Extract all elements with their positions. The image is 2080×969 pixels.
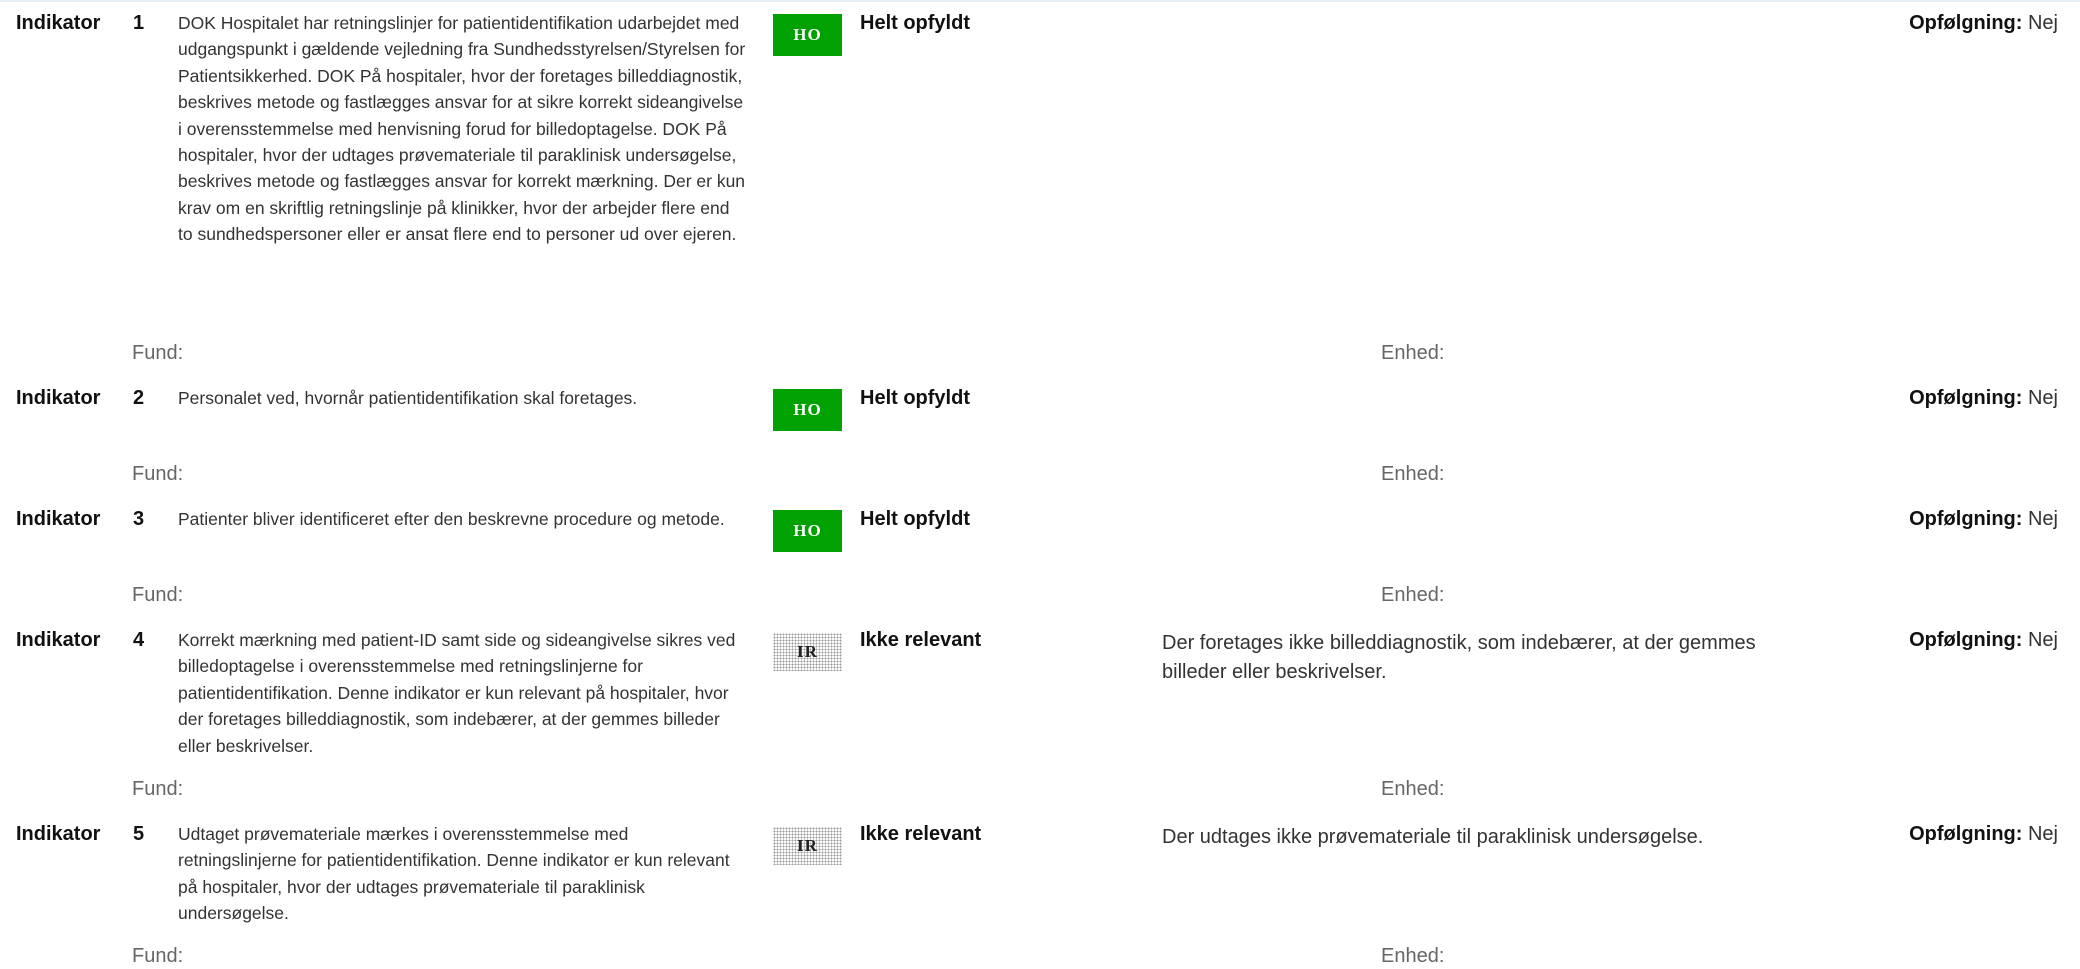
followup-value: Nej <box>2027 629 2058 651</box>
status-label: Helt opfyldt <box>860 387 970 409</box>
fund-label: Fund: <box>132 945 184 967</box>
indicator-text: Patienter bliver identificeret efter den… <box>178 509 725 529</box>
indicator-text: DOK Hospitalet har retningslinjer for pa… <box>178 13 746 245</box>
followup-value: Nej <box>2027 387 2058 409</box>
helt-opfyldt-badge: HO <box>773 14 842 56</box>
indicator-number: 5 <box>133 823 145 845</box>
followup-value: Nej <box>2027 823 2058 845</box>
enhed-label: Enhed: <box>1381 945 1445 967</box>
helt-opfyldt-badge: HO <box>773 389 842 431</box>
followup-label: Opfølgning: <box>1909 508 2023 530</box>
indicator-text: Udtaget prøvemateriale mærkes i overenss… <box>178 824 730 924</box>
indicator-text: Personalet ved, hvornår patientidentifik… <box>178 388 638 408</box>
followup-label: Opfølgning: <box>1909 12 2023 34</box>
followup-value: Nej <box>2027 508 2058 530</box>
fund-label: Fund: <box>132 342 184 364</box>
ikke-relevant-badge: IR <box>773 827 842 865</box>
status-label: Ikke relevant <box>860 629 982 651</box>
followup: Opfølgning: Nej <box>1909 385 2058 411</box>
indicator-label: Indikator <box>16 508 101 530</box>
followup: Opfølgning: Nej <box>1909 821 2058 847</box>
enhed-label: Enhed: <box>1381 342 1445 364</box>
indicator-text: Korrekt mærkning med patient-ID samt sid… <box>178 630 736 756</box>
enhed-label: Enhed: <box>1381 778 1445 800</box>
followup-label: Opfølgning: <box>1909 629 2023 651</box>
followup-value: Nej <box>2027 12 2058 34</box>
ikke-relevant-badge: IR <box>773 633 842 671</box>
indicator-number: 2 <box>133 387 145 409</box>
indicator-label: Indikator <box>16 12 101 34</box>
status-label: Helt opfyldt <box>860 12 970 34</box>
comment-text: Der udtages ikke prøvemateriale til para… <box>1162 826 1704 848</box>
followup: Opfølgning: Nej <box>1909 506 2058 532</box>
status-label: Helt opfyldt <box>860 508 970 530</box>
followup: Opfølgning: Nej <box>1909 627 2058 653</box>
fund-label: Fund: <box>132 778 184 800</box>
enhed-label: Enhed: <box>1381 584 1445 606</box>
indicator-label: Indikator <box>16 629 101 651</box>
indicator-number: 3 <box>133 508 145 530</box>
status-label: Ikke relevant <box>860 823 982 845</box>
comment-text: Der foretages ikke billeddiagnostik, som… <box>1162 632 1756 683</box>
enhed-label: Enhed: <box>1381 463 1445 485</box>
indicator-number: 4 <box>133 629 145 651</box>
followup-label: Opfølgning: <box>1909 823 2023 845</box>
fund-label: Fund: <box>132 463 184 485</box>
helt-opfyldt-badge: HO <box>773 510 842 552</box>
indicator-label: Indikator <box>16 387 101 409</box>
indicator-label: Indikator <box>16 823 101 845</box>
followup: Opfølgning: Nej <box>1909 10 2058 36</box>
indicator-number: 1 <box>133 12 145 34</box>
fund-label: Fund: <box>132 584 184 606</box>
followup-label: Opfølgning: <box>1909 387 2023 409</box>
